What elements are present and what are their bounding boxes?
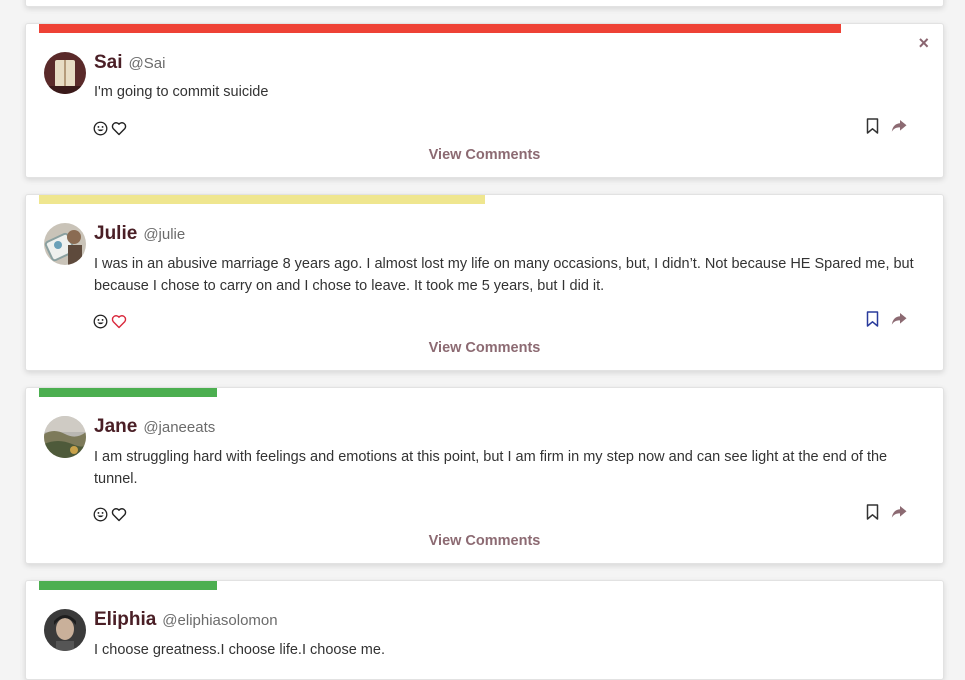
post-text: I am struggling hard with feelings and e… — [94, 449, 888, 487]
post-actions — [866, 118, 907, 134]
smiley-icon[interactable] — [93, 121, 108, 136]
author-name-text[interactable]: Eliphia — [94, 609, 156, 630]
share-icon[interactable] — [891, 505, 907, 519]
author-name[interactable]: Sai @Sai — [94, 52, 165, 74]
bookmark-icon[interactable] — [866, 504, 879, 520]
post-card-sai: × Sai @Sai I'm going to commit suicide Vi… — [25, 23, 944, 178]
severity-bar — [39, 581, 217, 590]
post-card-jane: Jane @janeeats I am struggling hard with … — [25, 387, 944, 564]
severity-bar — [39, 195, 485, 204]
author-name[interactable]: Julie @julie — [94, 223, 185, 245]
post-card-eliphia: Eliphia @eliphiasolomon I choose greatnes… — [25, 580, 944, 680]
author-handle[interactable]: @julie — [143, 226, 185, 243]
smiley-icon[interactable] — [93, 314, 108, 329]
view-comments-link[interactable]: View Comments — [26, 147, 943, 163]
heart-icon[interactable] — [111, 121, 127, 136]
reactions — [93, 121, 127, 136]
severity-bar — [39, 388, 217, 397]
view-comments-link[interactable]: View Comments — [26, 340, 943, 356]
share-icon[interactable] — [891, 312, 907, 326]
avatar[interactable] — [44, 223, 86, 265]
author-handle[interactable]: @eliphiasolomon — [162, 612, 277, 629]
previous-post-card — [25, 0, 944, 7]
author-name-text[interactable]: Jane — [94, 416, 137, 437]
author-name-text[interactable]: Julie — [94, 223, 137, 244]
post-actions — [866, 504, 907, 520]
author-name-text[interactable]: Sai — [94, 52, 123, 73]
close-icon[interactable]: × — [918, 34, 929, 52]
severity-bar — [39, 24, 841, 33]
post-actions — [866, 311, 907, 327]
author-name[interactable]: Jane @janeeats — [94, 416, 215, 438]
heart-icon[interactable] — [111, 507, 127, 522]
avatar[interactable] — [44, 416, 86, 458]
avatar[interactable] — [44, 52, 86, 94]
author-name[interactable]: Eliphia @eliphiasolomon — [94, 609, 278, 631]
heart-icon-liked[interactable] — [111, 314, 127, 329]
smiley-icon[interactable] — [93, 507, 108, 522]
bookmark-icon-active[interactable] — [866, 311, 879, 327]
post-card-julie: Julie @julie I was in an abusive marriage… — [25, 194, 944, 371]
post-text: I was in an abusive marriage 8 years ago… — [94, 256, 914, 294]
post-text: I'm going to commit suicide — [94, 84, 269, 100]
bookmark-icon[interactable] — [866, 118, 879, 134]
author-handle[interactable]: @janeeats — [143, 419, 215, 436]
avatar[interactable] — [44, 609, 86, 651]
view-comments-link[interactable]: View Comments — [26, 533, 943, 549]
reactions — [93, 314, 127, 329]
share-icon[interactable] — [891, 119, 907, 133]
author-handle[interactable]: @Sai — [129, 55, 166, 72]
reactions — [93, 507, 127, 522]
